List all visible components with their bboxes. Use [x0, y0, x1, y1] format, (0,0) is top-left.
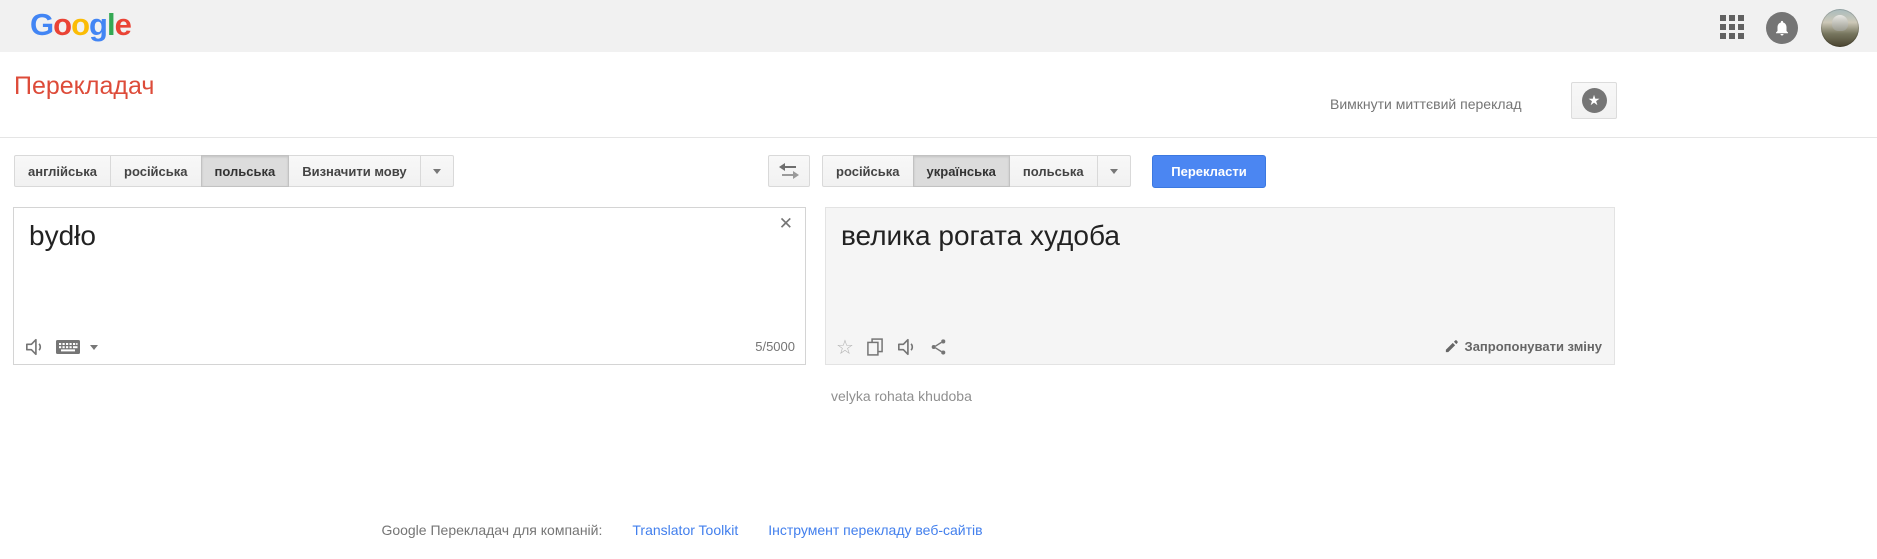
instant-translation-toggle-link[interactable]: Вимкнути миттєвий переклад: [1330, 96, 1522, 112]
input-tools-dropdown[interactable]: [90, 345, 98, 350]
transliteration-text: velyka rohata khudoba: [831, 388, 972, 404]
notifications-button[interactable]: [1766, 12, 1798, 44]
input-tools-button[interactable]: [55, 338, 81, 356]
share-icon: [929, 337, 948, 357]
target-language-dropdown-button[interactable]: [1097, 155, 1131, 187]
translator-toolkit-link[interactable]: Translator Toolkit: [632, 522, 738, 538]
google-logo[interactable]: Google: [30, 7, 131, 43]
header-divider: [0, 137, 1877, 138]
source-lang-tab-detect[interactable]: Визначити мову: [288, 155, 420, 187]
keyboard-icon: [55, 338, 81, 356]
listen-source-button[interactable]: [24, 337, 46, 357]
share-translation-button[interactable]: [929, 337, 948, 357]
google-translate-page: Google Перекладач Вимкнути миттєвий пере…: [0, 0, 1877, 559]
page-title: Перекладач: [14, 72, 154, 101]
star-in-circle-icon: ★: [1582, 88, 1607, 113]
copy-translation-button[interactable]: [865, 337, 885, 357]
header-bar: Google: [0, 0, 1877, 52]
logo-letter: l: [107, 7, 115, 42]
apps-grid-icon[interactable]: [1720, 15, 1744, 39]
source-language-tabs: англійська російська польська Визначити …: [14, 155, 454, 187]
swap-arrows-icon: [777, 162, 801, 180]
source-lang-tab-english[interactable]: англійська: [14, 155, 111, 187]
logo-letter: g: [89, 7, 107, 42]
website-translator-link[interactable]: Інструмент перекладу веб-сайтів: [768, 522, 982, 538]
speaker-icon: [896, 337, 918, 357]
speaker-icon: [24, 337, 46, 357]
logo-letter: o: [71, 7, 89, 42]
source-language-dropdown-button[interactable]: [420, 155, 454, 187]
source-toolbar: [24, 337, 98, 357]
account-avatar[interactable]: [1821, 9, 1859, 47]
save-phrase-button[interactable]: ☆: [836, 337, 854, 357]
logo-letter: o: [53, 7, 71, 42]
pencil-icon: [1444, 339, 1459, 354]
source-text[interactable]: bydło: [29, 220, 96, 252]
target-lang-tab-polish[interactable]: польська: [1009, 155, 1098, 187]
chevron-down-icon: [90, 345, 98, 350]
logo-letter: G: [30, 7, 53, 42]
translate-button[interactable]: Перекласти: [1152, 155, 1266, 188]
source-text-panel[interactable]: bydło ✕: [13, 207, 806, 365]
target-lang-tab-ukrainian[interactable]: українська: [913, 155, 1010, 187]
listen-translation-button[interactable]: [896, 337, 918, 357]
suggest-edit-label: Запропонувати зміну: [1465, 339, 1602, 354]
logo-letter: e: [115, 7, 131, 42]
target-language-tabs: російська українська польська: [822, 155, 1131, 187]
instant-translation-star-button[interactable]: ★: [1571, 82, 1617, 119]
chevron-down-icon: [1110, 169, 1118, 174]
translation-text: велика рогата худоба: [841, 220, 1120, 252]
chevron-down-icon: [433, 169, 441, 174]
footer-label: Google Перекладач для компаній:: [381, 522, 602, 538]
copy-icon: [865, 337, 885, 357]
source-lang-tab-russian[interactable]: російська: [110, 155, 202, 187]
swap-languages-button[interactable]: [768, 155, 810, 187]
suggest-edit-button[interactable]: Запропонувати зміну: [1444, 339, 1602, 354]
translation-toolbar: ☆: [836, 337, 948, 357]
bell-icon: [1773, 19, 1791, 37]
source-lang-tab-polish[interactable]: польська: [201, 155, 290, 187]
clear-source-button[interactable]: ✕: [779, 214, 793, 234]
footer: Google Перекладач для компаній: Translat…: [0, 522, 1364, 538]
target-lang-tab-russian[interactable]: російська: [822, 155, 914, 187]
char-counter: 5/5000: [755, 339, 795, 354]
translation-panel: велика рогата худоба ☆: [825, 207, 1615, 365]
